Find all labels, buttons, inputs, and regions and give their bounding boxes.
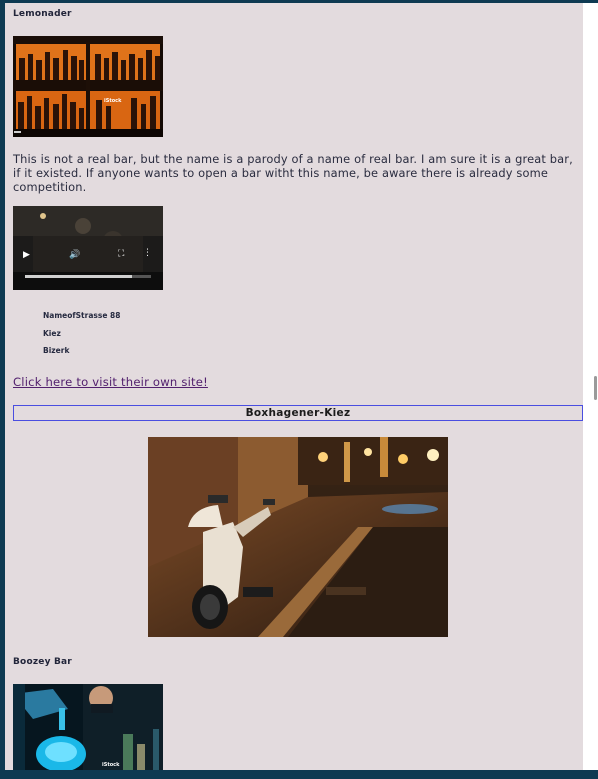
section-header: Boxhagener-Kiez bbox=[13, 405, 583, 421]
bar-photo-boozey: iStock bbox=[13, 684, 163, 779]
video-player-lemonader[interactable]: ▶ 🔊 ⛶ ⋮ bbox=[13, 206, 163, 290]
fullscreen-icon[interactable]: ⛶ bbox=[118, 249, 124, 259]
address-kiez: Kiez bbox=[43, 328, 61, 338]
istock-watermark: iStock bbox=[104, 98, 122, 104]
address-district: Bizerk bbox=[43, 346, 70, 355]
video-progress-fill bbox=[25, 275, 133, 278]
bar-description-lemonader: This is not a real bar, but the name is … bbox=[13, 152, 573, 194]
istock-watermark: iStock bbox=[102, 762, 120, 768]
window-bottom-frame bbox=[0, 770, 598, 779]
bar-title-lemonader: Lemonader bbox=[13, 9, 72, 19]
cocktail-image bbox=[13, 684, 163, 779]
address-list: NameofStrasse 88 Kiez Bizerk bbox=[43, 310, 120, 363]
bar-photo-lemonader: iStock bbox=[13, 36, 163, 137]
volume-icon[interactable]: 🔊 bbox=[69, 250, 80, 260]
more-icon[interactable]: ⋮ bbox=[143, 248, 152, 258]
address-street: NameofStrasse 88 bbox=[43, 311, 121, 320]
bar-title-boozey: Boozey Bar bbox=[13, 657, 72, 667]
video-progress-track[interactable] bbox=[25, 275, 151, 278]
scooter-street-image bbox=[148, 437, 448, 637]
scooter-photo bbox=[148, 437, 448, 637]
scrollbar-thumb[interactable] bbox=[594, 376, 597, 400]
page-content: Lemonader iStock This is not a real bar,… bbox=[5, 3, 583, 779]
visit-site-link[interactable]: Click here to visit their own site! bbox=[13, 375, 208, 389]
play-icon[interactable]: ▶ bbox=[23, 250, 30, 260]
bar-shelves-image bbox=[13, 36, 163, 137]
